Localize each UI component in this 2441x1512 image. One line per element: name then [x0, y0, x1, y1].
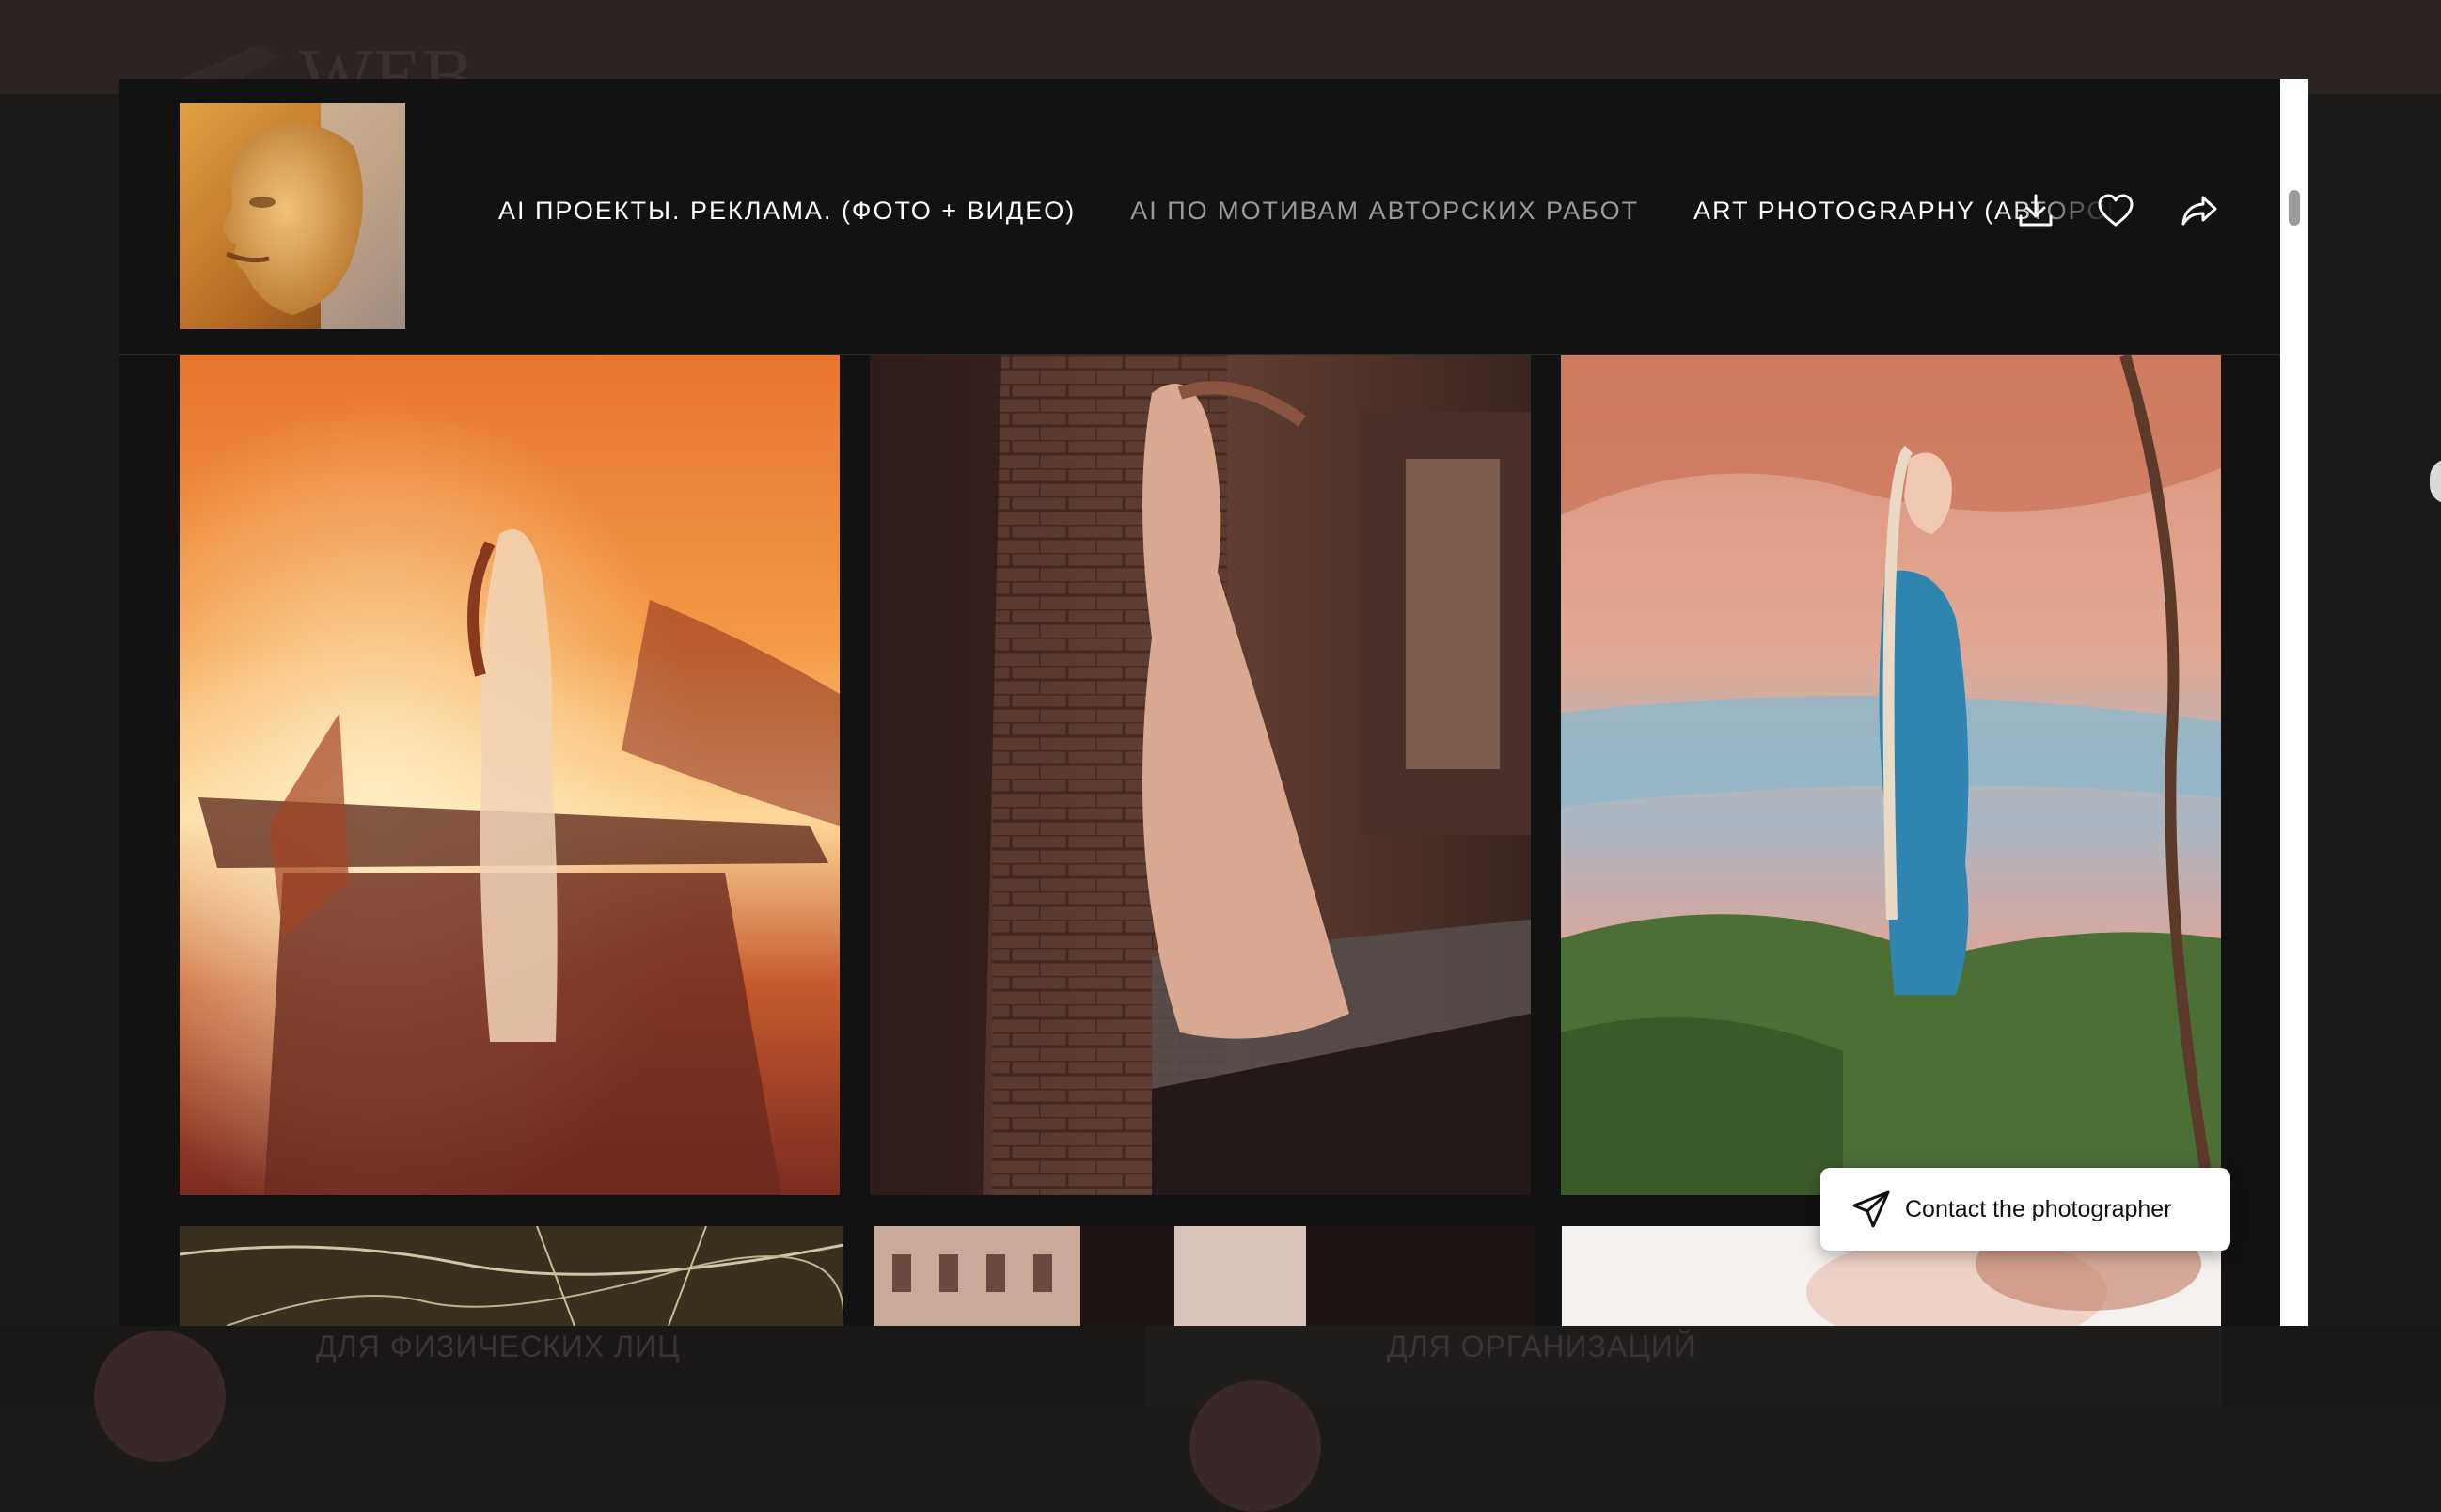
photo-gold-cracked-texture[interactable] [180, 1226, 843, 1326]
photo-woman-blue-dress-river[interactable] [1561, 355, 2221, 1195]
background-circle-icon [94, 1331, 226, 1462]
photo-image [870, 355, 1531, 1195]
paper-plane-icon [1852, 1190, 1890, 1228]
contact-photographer-button[interactable]: Contact the photographer [1820, 1168, 2230, 1251]
photo-image [180, 355, 840, 1195]
category-nav: AI ПРОЕКТЫ. РЕКЛАМА. (ФОТО + ВИДЕО) AI ПО… [498, 182, 2116, 239]
share-icon[interactable] [2179, 190, 2220, 231]
section-label-organizations: ДЛЯ ОРГАНИЗАЦИЙ [1387, 1330, 1696, 1363]
avatar-image [180, 103, 405, 329]
background-circle-icon [1189, 1380, 1321, 1512]
side-scroll-handle[interactable] [2430, 459, 2441, 504]
heart-icon[interactable] [2095, 190, 2136, 231]
nav-item-ai-motives[interactable]: AI ПО МОТИВАМ АВТОРСКИХ РАБОТ [1130, 182, 1639, 239]
nav-item-ai-projects[interactable]: AI ПРОЕКТЫ. РЕКЛАМА. (ФОТО + ВИДЕО) [498, 182, 1076, 239]
photo-image [874, 1226, 1535, 1326]
modal-scrollbar-thumb[interactable] [2289, 190, 2300, 226]
download-icon[interactable] [2015, 190, 2056, 231]
photo-sunset-woman-stairs[interactable] [180, 355, 840, 1195]
photo-arch-building[interactable] [874, 1226, 1535, 1326]
gallery-header: AI ПРОЕКТЫ. РЕКЛАМА. (ФОТО + ВИДЕО) AI ПО… [119, 79, 2280, 355]
section-label-individuals: ДЛЯ ФИЗИЧЕСКИХ ЛИЦ [316, 1330, 681, 1363]
photographer-avatar[interactable] [180, 103, 405, 329]
photo-image [180, 1226, 843, 1326]
photo-image [1561, 355, 2221, 1195]
photo-woman-brick-wall[interactable] [870, 355, 1531, 1195]
gallery-modal: AI ПРОЕКТЫ. РЕКЛАМА. (ФОТО + ВИДЕО) AI ПО… [119, 79, 2308, 1326]
contact-button-label: Contact the photographer [1905, 1196, 2172, 1222]
modal-scrollbar[interactable] [2280, 79, 2308, 1326]
